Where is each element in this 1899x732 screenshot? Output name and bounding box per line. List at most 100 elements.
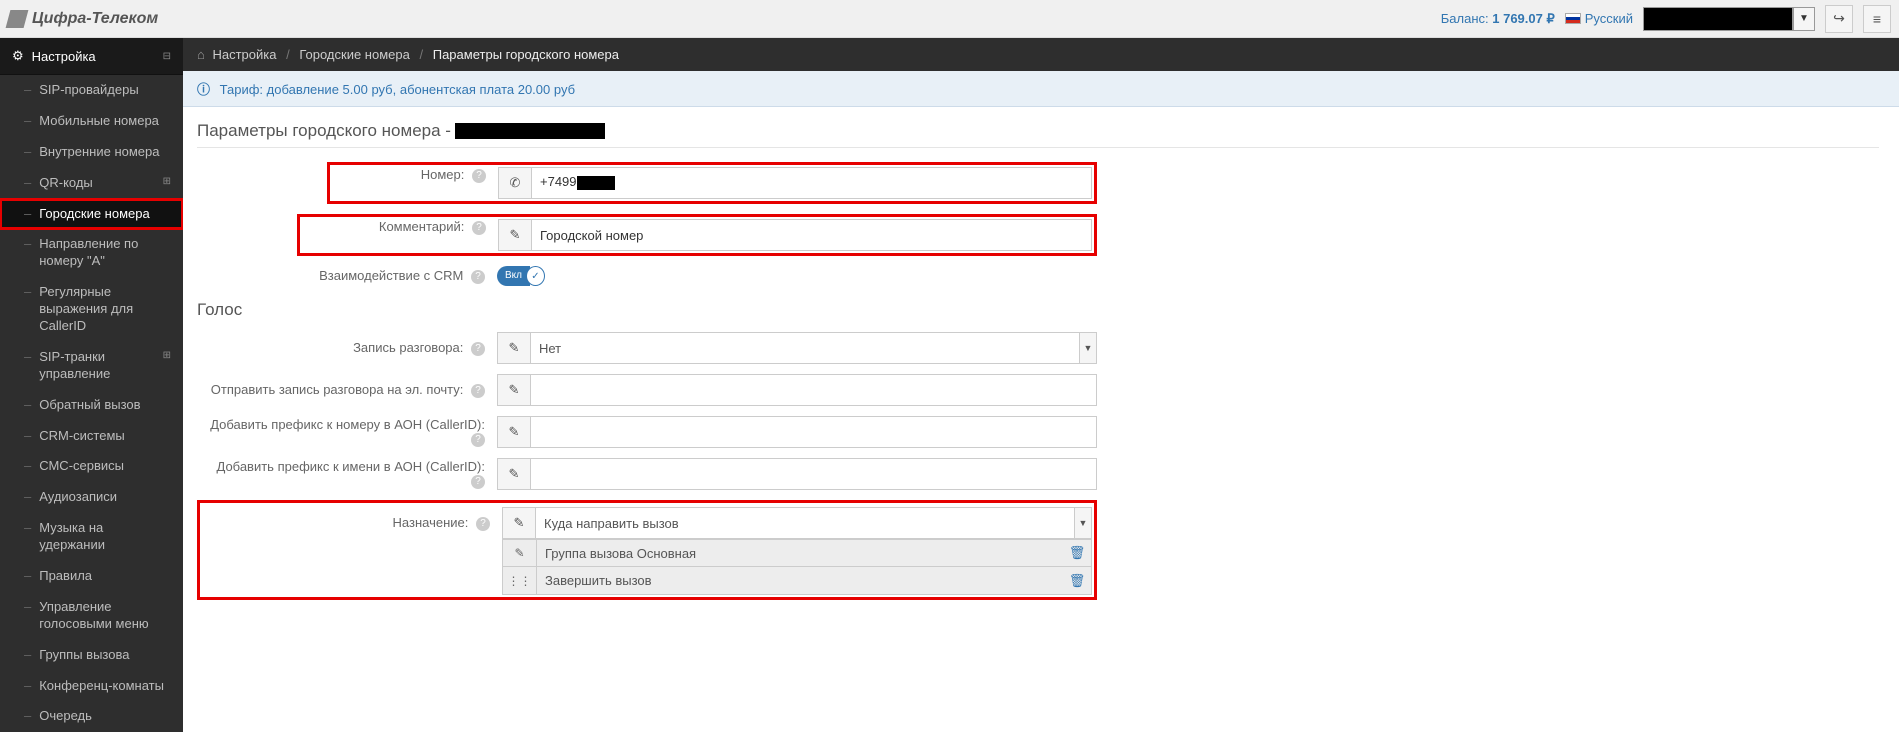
sidebar: ⚙ Настройка ⊟ –SIP-провайдеры–Мобильные … [0,38,183,732]
menu-icon: ≡ [1873,11,1881,27]
sidebar-header[interactable]: ⚙ Настройка ⊟ [0,38,183,75]
logo-icon [6,10,29,28]
menu-button[interactable]: ≡ [1863,5,1891,33]
help-icon[interactable]: ? [471,384,485,398]
logout-button[interactable]: ↪ [1825,5,1853,33]
balance-link[interactable]: Баланс: 1 769.07 ₽ [1441,11,1555,27]
sidebar-item-label: Внутренние номера [39,144,171,161]
sidebar-item[interactable]: –Управление голосовыми меню [0,592,183,640]
trash-icon[interactable]: 🗑 [1063,545,1091,561]
main-content: ⌂ Настройка / Городские номера / Парамет… [183,38,1899,732]
user-dropdown-caret[interactable]: ▼ [1793,7,1815,31]
section-params-title: Параметры городского номера - [197,121,1879,141]
gear-icon: ⚙ [12,48,24,64]
sidebar-item[interactable]: –SIP-транки управление⊞ [0,342,183,390]
section-voice-title: Голос [197,300,1879,320]
sidebar-item[interactable]: –Музыка на удержании [0,513,183,561]
prefix-name-label: Добавить префикс к имени в АОН (CallerID… [217,459,486,474]
highlight-number: Номер: ? ✆ +7499 [327,162,1097,204]
dash-icon: – [24,236,31,253]
redacted-number [455,123,605,139]
comment-input[interactable] [532,219,1092,251]
record-value: Нет [539,341,561,356]
user-dropdown[interactable] [1643,7,1793,31]
pencil-icon: ✎ [497,416,531,448]
sidebar-item-label: Правила [39,568,171,585]
balance-label: Баланс: [1441,11,1489,26]
info-icon: ⓘ [197,82,210,97]
sidebar-item[interactable]: –Городские номера [0,199,183,230]
pencil-icon: ✎ [497,374,531,406]
sidebar-item[interactable]: –SIP-провайдеры [0,75,183,106]
prefix-name-input[interactable] [531,458,1097,490]
sidebar-item[interactable]: –QR-коды⊞ [0,168,183,199]
pencil-icon[interactable]: ✎ [503,540,537,566]
breadcrumb: ⌂ Настройка / Городские номера / Парамет… [183,38,1899,71]
sidebar-item[interactable]: –Обратный вызов [0,390,183,421]
crm-toggle[interactable]: Вкл ✓ [497,266,545,286]
help-icon[interactable]: ? [476,517,490,531]
help-icon[interactable]: ? [472,221,486,235]
destination-item: ⋮⋮Завершить вызов🗑 [502,567,1092,595]
help-icon[interactable]: ? [471,433,485,447]
dash-icon: – [24,678,31,695]
sidebar-item[interactable]: –Конференц-комнаты [0,671,183,702]
comment-label: Комментарий: [379,219,465,234]
email-input[interactable] [531,374,1097,406]
sidebar-item-label: Очередь [39,708,171,725]
trash-icon[interactable]: 🗑 [1063,573,1091,589]
sidebar-item-label: Конференц-комнаты [39,678,171,695]
sidebar-item-label: Городские номера [39,206,171,223]
help-icon[interactable]: ? [472,169,486,183]
sidebar-item[interactable]: –Регулярные выражения для CallerID [0,277,183,342]
collapse-icon: ⊟ [163,51,171,62]
number-value: +7499 [532,167,1092,199]
drag-handle-icon[interactable]: ⋮⋮ [503,567,537,594]
dash-icon: – [24,428,31,445]
breadcrumb-l1[interactable]: Настройка [212,47,276,62]
sidebar-title: Настройка [32,49,96,64]
dash-icon: – [24,144,31,161]
breadcrumb-l2[interactable]: Городские номера [299,47,410,62]
sidebar-item[interactable]: –Внутренние номера [0,137,183,168]
chevron-down-icon[interactable]: ▼ [1079,332,1097,364]
expand-icon: ⊞ [163,349,171,362]
sidebar-item[interactable]: –Мобильные номера [0,106,183,137]
sidebar-item-label: Регулярные выражения для CallerID [39,284,171,335]
sidebar-item[interactable]: –Направление по номеру "А" [0,229,183,277]
highlight-comment: Комментарий: ? ✎ [297,214,1097,256]
help-icon[interactable]: ? [471,270,485,284]
dash-icon: – [24,349,31,366]
sidebar-item[interactable]: –Аудиозаписи [0,482,183,513]
dash-icon: – [24,599,31,616]
dash-icon: – [24,520,31,537]
expand-icon: ⊞ [163,175,171,188]
prefix-num-input[interactable] [531,416,1097,448]
help-icon[interactable]: ? [471,475,485,489]
sidebar-item[interactable]: –Группы вызова [0,640,183,671]
tariff-info: ⓘ Тариф: добавление 5.00 руб, абонентска… [183,71,1899,107]
sidebar-item-label: CRM-системы [39,428,171,445]
flag-ru-icon [1565,13,1581,24]
dest-placeholder: Куда направить вызов [544,516,679,531]
sidebar-item-label: Управление голосовыми меню [39,599,171,633]
sidebar-item-label: SIP-провайдеры [39,82,171,99]
sidebar-item[interactable]: –Очередь [0,701,183,732]
pencil-icon: ✎ [497,458,531,490]
logout-icon: ↪ [1833,10,1845,27]
row-crm: Взаимодействие с CRM ? Вкл ✓ [197,266,1097,286]
sidebar-item[interactable]: –СМС-сервисы [0,451,183,482]
pencil-icon: ✎ [502,507,536,539]
home-icon: ⌂ [197,47,205,62]
pencil-icon: ✎ [498,219,532,251]
record-select[interactable]: Нет [531,332,1080,364]
language-switch[interactable]: Русский [1565,11,1633,26]
destination-select[interactable]: Куда направить вызов [536,507,1075,539]
tariff-text: Тариф: добавление 5.00 руб, абонентская … [220,82,575,97]
sidebar-item[interactable]: –Правила [0,561,183,592]
sidebar-item[interactable]: –CRM-системы [0,421,183,452]
dash-icon: – [24,284,31,301]
chevron-down-icon[interactable]: ▼ [1074,507,1092,539]
dash-icon: – [24,82,31,99]
help-icon[interactable]: ? [471,342,485,356]
